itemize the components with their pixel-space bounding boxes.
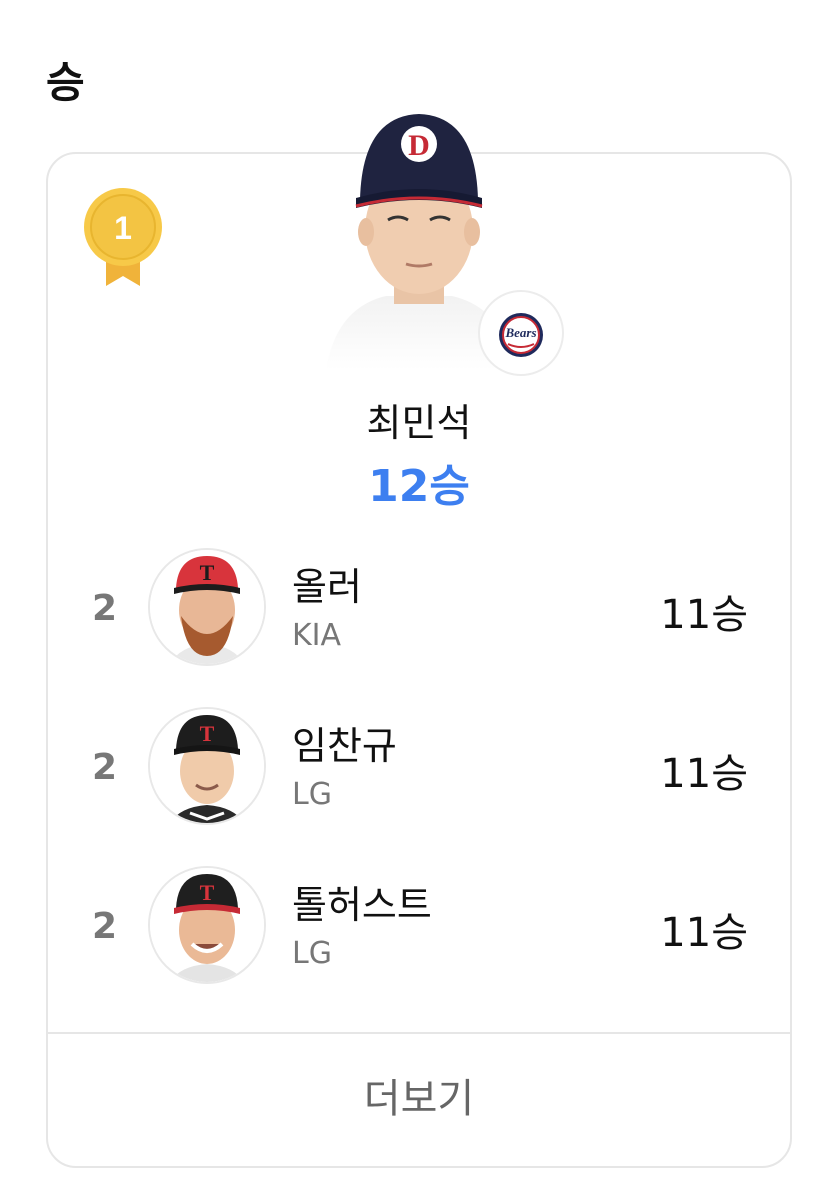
- player-avatar: T: [148, 707, 266, 825]
- list-item[interactable]: 2 T 임찬규 LG 11승: [46, 707, 792, 847]
- player-team: KIA: [292, 618, 342, 653]
- player-stat: 11승: [660, 910, 748, 956]
- section-title: 승: [46, 58, 85, 107]
- player-name: 톨허스트: [292, 883, 432, 927]
- player-stat: 11승: [660, 592, 748, 638]
- list-item[interactable]: 2 T 톨허스트 LG 11승: [46, 866, 792, 1006]
- svg-text:D: D: [408, 129, 430, 162]
- player-team: LG: [292, 777, 332, 812]
- player-team: LG: [292, 936, 332, 971]
- player-avatar: T: [148, 548, 266, 666]
- rank-number: 2: [92, 747, 118, 788]
- more-button[interactable]: 더보기: [48, 1034, 790, 1164]
- bears-team-logo: Bears: [478, 290, 564, 376]
- player-name: 임찬규: [292, 724, 397, 768]
- player-stat: 11승: [660, 751, 748, 797]
- player-name: 올러: [292, 565, 362, 609]
- leader-stat: 12승: [368, 461, 470, 512]
- list-item[interactable]: 2 T 올러 KIA 11승: [46, 548, 792, 688]
- bears-logo-icon: Bears: [499, 313, 543, 357]
- medal-rank: 1: [114, 210, 132, 246]
- player-avatar: T: [148, 866, 266, 984]
- svg-text:T: T: [200, 721, 215, 746]
- leader-name[interactable]: 최민석: [0, 392, 826, 447]
- svg-text:T: T: [200, 560, 215, 585]
- rank-number: 2: [92, 588, 118, 629]
- rank-number: 2: [92, 906, 118, 947]
- gold-medal-icon: 1: [84, 188, 162, 286]
- svg-text:T: T: [200, 880, 215, 905]
- team-logo-text: Bears: [504, 325, 536, 340]
